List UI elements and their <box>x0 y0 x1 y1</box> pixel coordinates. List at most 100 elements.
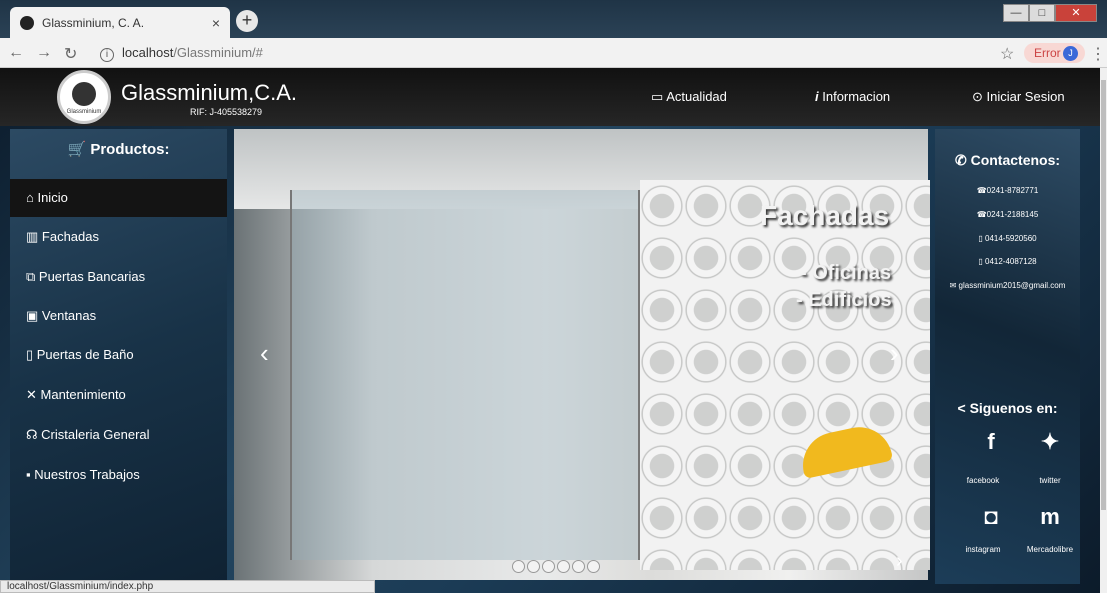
back-icon[interactable]: ← <box>8 44 24 64</box>
url-path: /Glassminium/# <box>173 45 263 60</box>
email-address: glassminium2015@gmail.com <box>958 281 1066 290</box>
sidebar-item-label: Nuestros Trabajos <box>34 467 140 482</box>
carousel-dot[interactable] <box>587 560 600 573</box>
bookmark-star-icon[interactable]: ☆ <box>1000 44 1014 64</box>
carousel-indicators <box>512 560 600 573</box>
cart-icon: 🛒 <box>67 141 91 158</box>
carousel-photo-glass <box>290 190 640 560</box>
minimize-icon[interactable]: — <box>1003 4 1029 22</box>
nav-iniciar-sesion-label: Iniciar Sesion <box>986 89 1065 104</box>
carousel-dot[interactable] <box>542 560 555 573</box>
site-info-icon[interactable]: i <box>100 48 114 62</box>
columns-icon: ▥ <box>26 229 42 244</box>
site-favicon-icon <box>20 15 34 30</box>
logo-text: Glassminium <box>66 109 102 115</box>
carousel-dot[interactable] <box>557 560 570 573</box>
home-icon: ⌂ <box>26 190 38 205</box>
doors-icon: ⧉ <box>26 269 39 284</box>
url-host: localhost <box>122 45 174 60</box>
nav-iniciar-sesion[interactable]: ⊙ Iniciar Sesion <box>972 89 1065 105</box>
contact-phone-3: ▯ 0414-5920560 <box>935 234 1080 243</box>
sidebar-item-puertas-bancarias[interactable]: ⧉ Puertas Bancarias <box>10 258 227 296</box>
tab-close-icon[interactable]: × <box>212 15 220 31</box>
social-title: < Siguenos en: <box>935 400 1080 416</box>
sidebar-item-puertas-de-bano[interactable]: ▯ Puertas de Baño <box>10 336 227 374</box>
instagram-icon[interactable]: ◘ <box>976 503 1006 531</box>
instagram-label[interactable]: instagram <box>958 545 1008 554</box>
reload-icon[interactable]: ↻ <box>64 44 77 64</box>
sidebar-item-ventanas[interactable]: ▣ Ventanas <box>10 297 227 335</box>
twitter-label[interactable]: twitter <box>1030 476 1070 485</box>
contact-phone-4: ▯ 0412-4087128 <box>935 257 1080 266</box>
contact-phone-2: ☎0241-2188145 <box>935 210 1080 219</box>
facebook-icon[interactable]: f <box>976 428 1006 456</box>
sidebar-item-label: Mantenimiento <box>40 387 126 402</box>
carousel-corner-next-icon[interactable]: › <box>896 550 903 573</box>
browser-tab[interactable]: Glassminium, C. A. × <box>10 7 230 38</box>
logo[interactable]: Glassminium <box>57 70 111 124</box>
carousel-dot[interactable] <box>572 560 585 573</box>
sidebar-item-cristaleria-general[interactable]: ☊ Cristaleria General <box>10 416 227 454</box>
briefcase-icon: ▪ <box>26 467 35 482</box>
window-icon: ▣ <box>26 308 42 323</box>
glass-icon: ☊ <box>26 427 42 442</box>
facebook-label[interactable]: facebook <box>958 476 1008 485</box>
mercadolibre-label[interactable]: Mercadolibre <box>1020 545 1080 554</box>
sidebar-item-label: Cristaleria General <box>41 427 150 442</box>
phone-icon: ✆ <box>954 152 971 168</box>
phone-number: 0241-2188145 <box>986 210 1039 219</box>
sidebar-item-label: Ventanas <box>41 308 97 323</box>
power-icon: ⊙ <box>972 89 987 104</box>
close-window-icon[interactable]: ✕ <box>1055 4 1097 22</box>
telephone-icon: ☎ <box>976 210 987 219</box>
mail-icon: ✉ <box>949 281 959 290</box>
new-tab-button[interactable]: + <box>236 10 258 32</box>
carousel-dot[interactable] <box>527 560 540 573</box>
carousel-prev-icon[interactable]: ‹ <box>260 338 269 369</box>
nav-informacion[interactable]: i Informacion <box>815 89 890 104</box>
tab-title: Glassminium, C. A. <box>42 15 145 30</box>
slide-title: Fachadas <box>760 200 890 231</box>
sidebar-item-inicio[interactable]: ⌂ Inicio <box>10 179 227 217</box>
share-icon: < <box>957 400 970 416</box>
logo-mark-icon <box>72 82 96 106</box>
sidebar-item-label: Inicio <box>37 190 68 205</box>
brand-name: Glassminium,C.A. <box>121 80 298 105</box>
calendar-icon: ▭ <box>651 89 667 104</box>
sidebar-item-fachadas[interactable]: ▥ Fachadas <box>10 218 227 256</box>
sidebar-item-label: Puertas de Baño <box>36 347 134 362</box>
door-icon: ▯ <box>26 347 37 362</box>
contact-title-label: Contactenos: <box>970 152 1061 168</box>
slide-line-edificios: - Edificios <box>796 289 892 311</box>
contact-phone-1: ☎0241-8782771 <box>935 186 1080 195</box>
avatar[interactable]: J <box>1063 46 1078 61</box>
social-title-label: Siguenos en: <box>969 400 1058 416</box>
rif-number: RIF: J-405538279 <box>190 107 263 117</box>
carousel-photo-wall <box>640 180 930 570</box>
maximize-icon[interactable]: □ <box>1029 4 1055 22</box>
status-bar-url: localhost/Glassminium/index.php <box>0 580 375 593</box>
mobile-icon: ▯ <box>978 257 985 266</box>
contact-title: ✆ Contactenos: <box>935 152 1080 169</box>
carousel-dot[interactable] <box>512 560 525 573</box>
url-field[interactable]: i localhost/Glassminium/# <box>100 42 1000 64</box>
twitter-icon[interactable]: ✦ <box>1035 428 1065 456</box>
nav-actualidad[interactable]: ▭ Actualidad <box>651 89 727 105</box>
sidebar-title: 🛒 Productos: <box>10 140 227 158</box>
sidebar-item-mantenimiento[interactable]: ✕ Mantenimiento <box>10 376 227 414</box>
sidebar-item-nuestros-trabajos[interactable]: ▪ Nuestros Trabajos <box>10 456 227 494</box>
contact-email[interactable]: ✉ glassminium2015@gmail.com <box>935 281 1080 290</box>
nav-informacion-label: Informacion <box>822 89 891 104</box>
slide-line-oficinas: - Oficinas <box>800 262 892 284</box>
forward-icon[interactable]: → <box>36 44 52 64</box>
sidebar-title-label: Productos: <box>90 141 170 158</box>
nav-actualidad-label: Actualidad <box>666 89 727 104</box>
mercadolibre-icon[interactable]: m <box>1035 503 1065 531</box>
phone-number: 0241-8782771 <box>986 186 1039 195</box>
nav-buttons: ← → ↻ <box>8 44 77 64</box>
sidebar-item-label: Puertas Bancarias <box>38 269 146 284</box>
carousel-next-icon[interactable]: › <box>890 338 899 369</box>
browser-menu-icon[interactable]: ⋮ <box>1090 44 1106 64</box>
page-scrollbar[interactable] <box>1100 68 1107 593</box>
scrollbar-thumb[interactable] <box>1101 80 1106 510</box>
